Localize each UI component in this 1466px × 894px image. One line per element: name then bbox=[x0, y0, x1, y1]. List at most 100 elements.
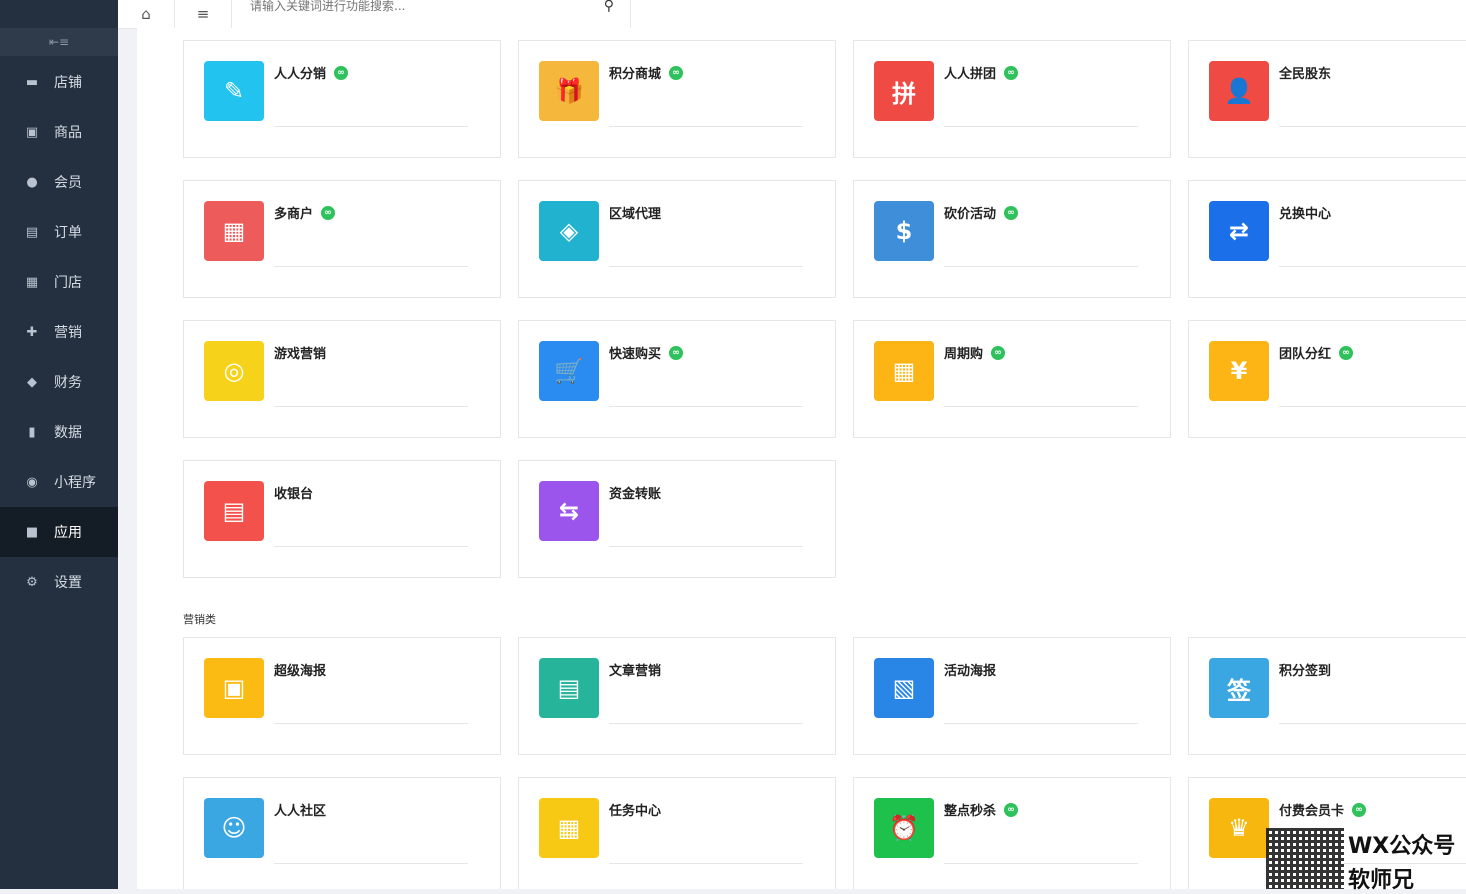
divider bbox=[609, 266, 803, 267]
app-title-text: 人人拼团 bbox=[944, 67, 997, 82]
app-title-text: 区域代理 bbox=[609, 207, 662, 222]
app-title-text: 快速购买 bbox=[609, 347, 662, 362]
app-icon: ¥ bbox=[1209, 341, 1269, 401]
app-title-text: 周期购 bbox=[944, 347, 984, 362]
app-title-text: 多商户 bbox=[274, 207, 314, 222]
app-icon: ♛ bbox=[1209, 798, 1269, 858]
sidebar-item-4[interactable]: ▦ 门店 bbox=[0, 257, 118, 307]
search-input[interactable] bbox=[248, 0, 582, 20]
app-title: 砍价活动 ∞ bbox=[944, 203, 1019, 222]
sidebar-item-1[interactable]: ▣ 商品 bbox=[0, 107, 118, 157]
divider bbox=[274, 406, 468, 407]
app-card[interactable]: ⏰ 整点秒杀 ∞ bbox=[853, 777, 1171, 889]
app-card[interactable]: ☺ 人人社区 bbox=[183, 777, 501, 889]
sidebar-item-5[interactable]: ✚ 营销 bbox=[0, 307, 118, 357]
app-title: 人人分销 ∞ bbox=[274, 63, 349, 82]
app-title-text: 文章营销 bbox=[609, 664, 662, 679]
mini-program-link-icon: ∞ bbox=[1339, 345, 1354, 360]
app-card[interactable]: ◈ 区域代理 bbox=[518, 180, 836, 298]
app-card[interactable]: ▦ 任务中心 bbox=[518, 777, 836, 889]
app-title-text: 整点秒杀 bbox=[944, 804, 997, 819]
app-icon: ☺ bbox=[204, 798, 264, 858]
app-card[interactable]: 👤 全民股东 bbox=[1188, 40, 1466, 158]
app-card[interactable]: ⇆ 资金转账 bbox=[518, 460, 836, 578]
menu-toggle-button[interactable]: ≡ bbox=[175, 0, 232, 28]
app-icon: 🛒 bbox=[539, 341, 599, 401]
app-card[interactable]: 🛒 快速购买 ∞ bbox=[518, 320, 836, 438]
order-icon: ▤ bbox=[25, 224, 39, 240]
sidebar-item-8[interactable]: ◉ 小程序 bbox=[0, 457, 118, 507]
sidebar-item-6[interactable]: ◆ 财务 bbox=[0, 357, 118, 407]
divider bbox=[944, 723, 1138, 724]
app-title: 整点秒杀 ∞ bbox=[944, 800, 1019, 819]
sidebar-item-label: 会员 bbox=[54, 175, 82, 191]
app-card[interactable]: ▤ 文章营销 bbox=[518, 637, 836, 755]
app-icon: ⏰ bbox=[874, 798, 934, 858]
sidebar-menu: ▬ 店铺 ▣ 商品 ● 会员 ▤ 订单 ▦ 门店 ✚ 营销 ◆ 财务 ▮ 数据 ◉ 小程序 ■ 应用 ⚙ 设置 bbox=[0, 57, 118, 607]
sidebar-item-2[interactable]: ● 会员 bbox=[0, 157, 118, 207]
store-icon: ▦ bbox=[25, 274, 39, 290]
divider bbox=[944, 863, 1138, 864]
app-card[interactable]: ⇄ 兑换中心 bbox=[1188, 180, 1466, 298]
sidebar-item-label: 营销 bbox=[54, 325, 82, 341]
app-icon: ▦ bbox=[204, 201, 264, 261]
app-card[interactable]: 🎁 积分商城 ∞ bbox=[518, 40, 836, 158]
mini-program-link-icon: ∞ bbox=[1004, 65, 1019, 80]
sidebar-item-3[interactable]: ▤ 订单 bbox=[0, 207, 118, 257]
app-title-text: 兑换中心 bbox=[1279, 207, 1332, 222]
sidebar-collapse-button[interactable]: ⇤≡ bbox=[0, 28, 118, 56]
app-title-text: 任务中心 bbox=[609, 804, 662, 819]
gift-icon: ✚ bbox=[26, 324, 38, 340]
sidebar-item-10[interactable]: ⚙ 设置 bbox=[0, 557, 118, 607]
divider bbox=[609, 723, 803, 724]
app-icon: ▧ bbox=[874, 658, 934, 718]
search-icon[interactable]: ⚲ bbox=[604, 0, 614, 14]
app-card[interactable]: 签积分签到 bbox=[1188, 637, 1466, 755]
sidebar: ⇤≡ ▬ 店铺 ▣ 商品 ● 会员 ▤ 订单 ▦ 门店 ✚ 营销 ◆ 财务 ▮ 数据 ◉ 小程序 ■ 应用 ⚙ 设置 bbox=[0, 0, 118, 889]
app-title: 积分商城 ∞ bbox=[609, 63, 684, 82]
watermark-line1: WX公众号 bbox=[1348, 834, 1456, 859]
app-icon: 🎁 bbox=[539, 61, 599, 121]
sidebar-item-7[interactable]: ▮ 数据 bbox=[0, 407, 118, 457]
app-card[interactable]: ▤ 收银台 bbox=[183, 460, 501, 578]
section-label-marketing: 营销类 bbox=[183, 613, 216, 626]
app-card[interactable]: $ 砍价活动 ∞ bbox=[853, 180, 1171, 298]
app-card[interactable]: ¥ 团队分红 ∞ bbox=[1188, 320, 1466, 438]
sidebar-item-label: 应用 bbox=[54, 525, 82, 541]
shop-icon: ▬ bbox=[25, 74, 39, 90]
app-title: 超级海报 bbox=[274, 660, 326, 679]
app-card[interactable]: ▧ 活动海报 bbox=[853, 637, 1171, 755]
bar-chart-icon: ▮ bbox=[28, 424, 36, 440]
divider bbox=[944, 126, 1138, 127]
app-title: 全民股东 bbox=[1279, 63, 1331, 82]
mini-program-link-icon: ∞ bbox=[1352, 802, 1367, 817]
app-title: 团队分红 ∞ bbox=[1279, 343, 1354, 362]
app-title-text: 付费会员卡 bbox=[1279, 804, 1345, 819]
app-title-text: 团队分红 bbox=[1279, 347, 1332, 362]
app-title: 人人拼团 ∞ bbox=[944, 63, 1019, 82]
app-icon: ▣ bbox=[204, 658, 264, 718]
qr-code-icon bbox=[1266, 828, 1344, 889]
app-title: 多商户 ∞ bbox=[274, 203, 336, 222]
app-title-text: 超级海报 bbox=[274, 664, 327, 679]
app-card[interactable]: 拼人人拼团 ∞ bbox=[853, 40, 1171, 158]
sidebar-item-9[interactable]: ■ 应用 bbox=[0, 507, 118, 557]
sidebar-item-0[interactable]: ▬ 店铺 bbox=[0, 57, 118, 107]
app-icon: 拼 bbox=[874, 61, 934, 121]
app-icon: ⇄ bbox=[1209, 201, 1269, 261]
sidebar-item-label: 财务 bbox=[54, 375, 82, 391]
app-card[interactable]: ▦ 周期购 ∞ bbox=[853, 320, 1171, 438]
divider bbox=[609, 863, 803, 864]
app-card[interactable]: ✎ 人人分销 ∞ bbox=[183, 40, 501, 158]
app-card[interactable]: ◎ 游戏营销 bbox=[183, 320, 501, 438]
app-title-text: 全民股东 bbox=[1279, 67, 1332, 82]
app-card[interactable]: ▦ 多商户 ∞ bbox=[183, 180, 501, 298]
sidebar-item-label: 订单 bbox=[54, 225, 82, 241]
app-card[interactable]: ▣ 超级海报 bbox=[183, 637, 501, 755]
divider bbox=[609, 126, 803, 127]
sidebar-item-label: 门店 bbox=[54, 275, 82, 291]
app-title: 人人社区 bbox=[274, 800, 326, 819]
top-bar: ⌂ ≡ ⚲ bbox=[118, 0, 1466, 29]
app-icon: ▤ bbox=[204, 481, 264, 541]
home-button[interactable]: ⌂ bbox=[118, 0, 175, 28]
